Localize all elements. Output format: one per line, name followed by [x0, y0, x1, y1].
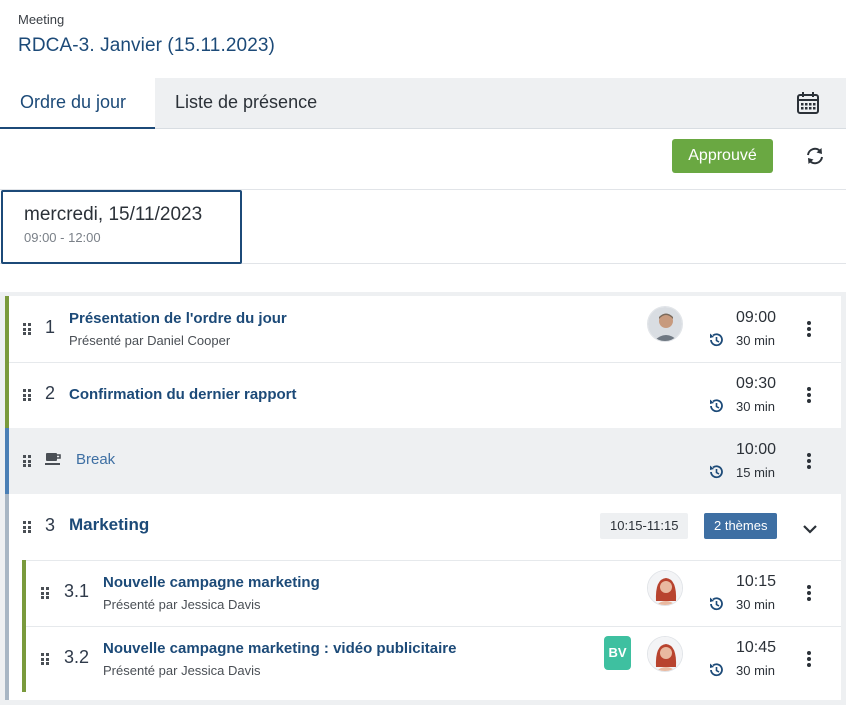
- item-title[interactable]: Break: [76, 451, 115, 468]
- more-options-icon[interactable]: [806, 585, 812, 601]
- presenter-name: Jessica Davis: [181, 597, 261, 612]
- meeting-title: RDCA-3. Janvier (15.11.2023): [18, 35, 275, 56]
- item-time: 09:30: [735, 375, 776, 392]
- day-date: mercredi, 15/11/2023: [24, 204, 203, 225]
- history-icon: [708, 332, 724, 348]
- avatar[interactable]: [647, 306, 683, 342]
- tab-agenda[interactable]: Ordre du jour: [0, 78, 155, 129]
- history-icon: [708, 662, 724, 678]
- divider: [22, 560, 841, 561]
- agenda-list: 1 Présentation de l'ordre du jour Présen…: [0, 292, 846, 705]
- item-number: 2: [45, 383, 56, 403]
- initials-badge: BV: [604, 636, 631, 670]
- drag-handle-icon[interactable]: [41, 653, 49, 665]
- divider: [9, 362, 841, 363]
- item-presenter: Présenté par Daniel Cooper: [69, 333, 230, 348]
- history-icon: [708, 596, 724, 612]
- item-accent: [22, 560, 26, 626]
- item-duration: 30 min: [736, 333, 776, 348]
- item-number: 3: [45, 515, 56, 535]
- agenda-item[interactable]: 2 Confirmation du dernier rapport 09:30 …: [5, 362, 841, 428]
- item-accent: [5, 296, 9, 362]
- day-card[interactable]: mercredi, 15/11/2023 09:00 - 12:00: [1, 190, 242, 264]
- section-accent: [5, 494, 9, 700]
- tab-bar: Ordre du jour Liste de présence: [0, 78, 846, 129]
- item-time: 10:15: [735, 573, 776, 590]
- item-title[interactable]: Nouvelle campagne marketing: [103, 574, 320, 591]
- meeting-header: Meeting RDCA-3. Janvier (15.11.2023): [18, 12, 275, 57]
- drag-handle-icon[interactable]: [23, 389, 31, 401]
- item-duration: 30 min: [736, 663, 776, 678]
- more-options-icon[interactable]: [806, 321, 812, 337]
- item-title[interactable]: Confirmation du dernier rapport: [69, 386, 297, 403]
- drag-handle-icon[interactable]: [23, 455, 31, 467]
- drag-handle-icon[interactable]: [23, 323, 31, 335]
- item-time: 09:00: [735, 309, 776, 326]
- meeting-kicker: Meeting: [18, 12, 65, 27]
- chevron-down-icon[interactable]: [803, 521, 817, 534]
- coffee-cup-icon: [45, 452, 63, 466]
- item-title[interactable]: Présentation de l'ordre du jour: [69, 310, 287, 327]
- more-options-icon[interactable]: [806, 651, 812, 667]
- item-accent: [5, 428, 9, 494]
- more-options-icon[interactable]: [806, 453, 812, 469]
- item-number: 3.2: [64, 647, 90, 667]
- day-selector: mercredi, 15/11/2023 09:00 - 12:00: [0, 189, 846, 264]
- agenda-section: 3 Marketing 10:15-11:15 2 thèmes 3.1 Nou…: [5, 494, 841, 700]
- divider: [22, 626, 841, 627]
- item-duration: 30 min: [736, 597, 776, 612]
- item-title[interactable]: Nouvelle campagne marketing : vidéo publ…: [103, 640, 456, 657]
- themes-badge[interactable]: 2 thèmes: [704, 513, 778, 539]
- agenda-break[interactable]: Break 10:00 15 min: [5, 428, 841, 494]
- avatar[interactable]: [647, 570, 683, 606]
- item-presenter: Présenté par Jessica Davis: [103, 597, 261, 612]
- history-icon: [708, 398, 724, 414]
- approve-button[interactable]: Approuvé: [672, 139, 773, 173]
- presenter-prefix: Présenté par: [103, 663, 178, 678]
- calendar-icon[interactable]: [796, 91, 820, 115]
- item-number: 3.1: [64, 581, 90, 601]
- time-range-badge: 10:15-11:15: [600, 513, 689, 539]
- presenter-prefix: Présenté par: [69, 333, 144, 348]
- agenda-item[interactable]: 1 Présentation de l'ordre du jour Présen…: [5, 296, 841, 362]
- presenter-name: Daniel Cooper: [147, 333, 231, 348]
- presenter-prefix: Présenté par: [103, 597, 178, 612]
- avatar[interactable]: [647, 636, 683, 672]
- presenter-name: Jessica Davis: [181, 663, 261, 678]
- more-options-icon[interactable]: [806, 387, 812, 403]
- drag-handle-icon[interactable]: [23, 521, 31, 533]
- agenda-subitem[interactable]: 3.1 Nouvelle campagne marketing Présenté…: [22, 560, 841, 626]
- refresh-icon[interactable]: [804, 145, 826, 167]
- item-time: 10:00: [735, 441, 776, 458]
- history-icon: [708, 464, 724, 480]
- item-number: 1: [45, 317, 56, 337]
- day-hours: 09:00 - 12:00: [24, 230, 101, 245]
- item-duration: 30 min: [736, 399, 776, 414]
- agenda-subitem[interactable]: 3.2 Nouvelle campagne marketing : vidéo …: [22, 626, 841, 692]
- item-presenter: Présenté par Jessica Davis: [103, 663, 261, 678]
- item-time: 10:45: [735, 639, 776, 656]
- tab-attendance[interactable]: Liste de présence: [155, 78, 337, 129]
- item-accent: [22, 626, 26, 692]
- item-accent: [5, 362, 9, 428]
- drag-handle-icon[interactable]: [41, 587, 49, 599]
- item-duration: 15 min: [736, 465, 776, 480]
- section-title[interactable]: Marketing: [69, 515, 149, 535]
